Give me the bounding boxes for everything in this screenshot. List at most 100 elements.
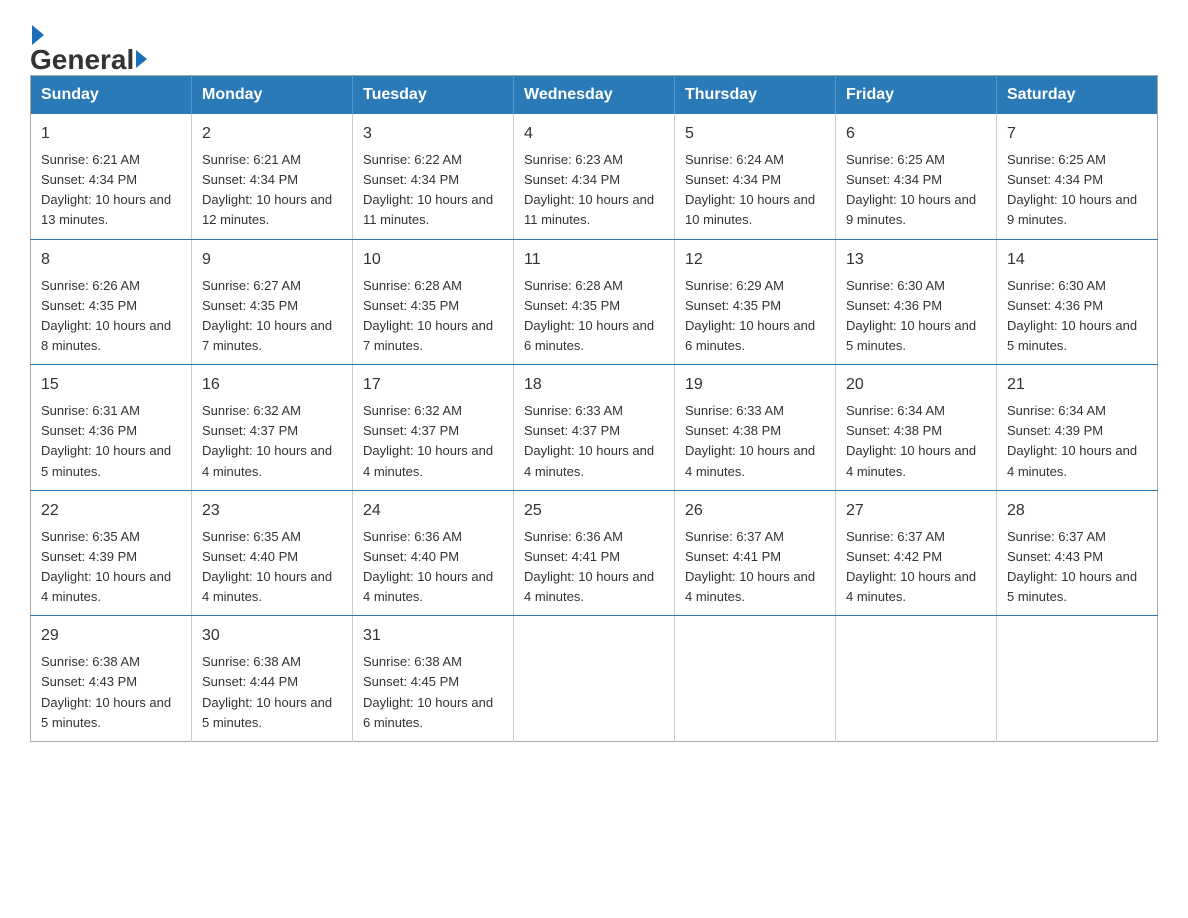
day-number: 24 bbox=[363, 499, 503, 523]
calendar-cell: 20 Sunrise: 6:34 AMSunset: 4:38 PMDayligh… bbox=[836, 365, 997, 491]
col-header-friday: Friday bbox=[836, 76, 997, 115]
day-number: 4 bbox=[524, 122, 664, 146]
day-info: Sunrise: 6:27 AMSunset: 4:35 PMDaylight:… bbox=[202, 278, 332, 353]
day-info: Sunrise: 6:37 AMSunset: 4:41 PMDaylight:… bbox=[685, 529, 815, 604]
day-info: Sunrise: 6:21 AMSunset: 4:34 PMDaylight:… bbox=[41, 152, 171, 227]
calendar-cell: 5 Sunrise: 6:24 AMSunset: 4:34 PMDaylight… bbox=[675, 114, 836, 239]
calendar-cell: 15Sunrise: 6:31 AMSunset: 4:36 PMDayligh… bbox=[31, 365, 192, 491]
day-number: 13 bbox=[846, 248, 986, 272]
day-number: 1 bbox=[41, 122, 181, 146]
calendar-cell: 30 Sunrise: 6:38 AMSunset: 4:44 PMDayligh… bbox=[192, 616, 353, 742]
week-row-4: 22 Sunrise: 6:35 AMSunset: 4:39 PMDayligh… bbox=[31, 490, 1158, 616]
calendar-cell: 29Sunrise: 6:38 AMSunset: 4:43 PMDayligh… bbox=[31, 616, 192, 742]
day-info: Sunrise: 6:36 AMSunset: 4:40 PMDaylight:… bbox=[363, 529, 493, 604]
day-number: 26 bbox=[685, 499, 825, 523]
day-info: Sunrise: 6:25 AMSunset: 4:34 PMDaylight:… bbox=[846, 152, 976, 227]
week-row-3: 15Sunrise: 6:31 AMSunset: 4:36 PMDayligh… bbox=[31, 365, 1158, 491]
week-row-5: 29Sunrise: 6:38 AMSunset: 4:43 PMDayligh… bbox=[31, 616, 1158, 742]
calendar-cell: 10Sunrise: 6:28 AMSunset: 4:35 PMDayligh… bbox=[353, 239, 514, 365]
calendar-cell: 19 Sunrise: 6:33 AMSunset: 4:38 PMDayligh… bbox=[675, 365, 836, 491]
calendar-cell: 16Sunrise: 6:32 AMSunset: 4:37 PMDayligh… bbox=[192, 365, 353, 491]
col-header-thursday: Thursday bbox=[675, 76, 836, 115]
header: General bbox=[30, 20, 1158, 55]
day-number: 21 bbox=[1007, 373, 1147, 397]
day-info: Sunrise: 6:37 AMSunset: 4:43 PMDaylight:… bbox=[1007, 529, 1137, 604]
day-number: 11 bbox=[524, 248, 664, 272]
day-number: 18 bbox=[524, 373, 664, 397]
calendar-cell bbox=[675, 616, 836, 742]
day-number: 27 bbox=[846, 499, 986, 523]
calendar-cell bbox=[514, 616, 675, 742]
calendar-cell: 14 Sunrise: 6:30 AMSunset: 4:36 PMDayligh… bbox=[997, 239, 1158, 365]
day-number: 14 bbox=[1007, 248, 1147, 272]
day-info: Sunrise: 6:32 AMSunset: 4:37 PMDaylight:… bbox=[363, 403, 493, 478]
day-info: Sunrise: 6:25 AMSunset: 4:34 PMDaylight:… bbox=[1007, 152, 1137, 227]
day-info: Sunrise: 6:29 AMSunset: 4:35 PMDaylight:… bbox=[685, 278, 815, 353]
calendar-cell: 13 Sunrise: 6:30 AMSunset: 4:36 PMDayligh… bbox=[836, 239, 997, 365]
day-info: Sunrise: 6:24 AMSunset: 4:34 PMDaylight:… bbox=[685, 152, 815, 227]
day-info: Sunrise: 6:33 AMSunset: 4:38 PMDaylight:… bbox=[685, 403, 815, 478]
header-row: SundayMondayTuesdayWednesdayThursdayFrid… bbox=[31, 76, 1158, 115]
calendar-cell: 18 Sunrise: 6:33 AMSunset: 4:37 PMDayligh… bbox=[514, 365, 675, 491]
day-info: Sunrise: 6:23 AMSunset: 4:34 PMDaylight:… bbox=[524, 152, 654, 227]
logo-blue-text: General bbox=[30, 44, 149, 76]
day-number: 22 bbox=[41, 499, 181, 523]
day-info: Sunrise: 6:22 AMSunset: 4:34 PMDaylight:… bbox=[363, 152, 493, 227]
calendar-cell: 8 Sunrise: 6:26 AMSunset: 4:35 PMDaylight… bbox=[31, 239, 192, 365]
day-number: 2 bbox=[202, 122, 342, 146]
day-number: 20 bbox=[846, 373, 986, 397]
calendar-cell: 11 Sunrise: 6:28 AMSunset: 4:35 PMDayligh… bbox=[514, 239, 675, 365]
day-number: 10 bbox=[363, 248, 503, 272]
day-number: 19 bbox=[685, 373, 825, 397]
calendar-cell: 26 Sunrise: 6:37 AMSunset: 4:41 PMDayligh… bbox=[675, 490, 836, 616]
day-number: 15 bbox=[41, 373, 181, 397]
logo-triangle-icon bbox=[32, 25, 44, 45]
day-number: 5 bbox=[685, 122, 825, 146]
day-info: Sunrise: 6:30 AMSunset: 4:36 PMDaylight:… bbox=[846, 278, 976, 353]
day-number: 3 bbox=[363, 122, 503, 146]
day-number: 25 bbox=[524, 499, 664, 523]
col-header-monday: Monday bbox=[192, 76, 353, 115]
day-number: 29 bbox=[41, 624, 181, 648]
calendar-cell: 6Sunrise: 6:25 AMSunset: 4:34 PMDaylight… bbox=[836, 114, 997, 239]
day-info: Sunrise: 6:26 AMSunset: 4:35 PMDaylight:… bbox=[41, 278, 171, 353]
day-number: 30 bbox=[202, 624, 342, 648]
day-number: 28 bbox=[1007, 499, 1147, 523]
calendar-cell: 23Sunrise: 6:35 AMSunset: 4:40 PMDayligh… bbox=[192, 490, 353, 616]
day-info: Sunrise: 6:38 AMSunset: 4:45 PMDaylight:… bbox=[363, 654, 493, 729]
logo: General bbox=[30, 20, 149, 55]
day-info: Sunrise: 6:35 AMSunset: 4:40 PMDaylight:… bbox=[202, 529, 332, 604]
col-header-wednesday: Wednesday bbox=[514, 76, 675, 115]
week-row-1: 1 Sunrise: 6:21 AMSunset: 4:34 PMDaylight… bbox=[31, 114, 1158, 239]
day-info: Sunrise: 6:34 AMSunset: 4:38 PMDaylight:… bbox=[846, 403, 976, 478]
day-number: 8 bbox=[41, 248, 181, 272]
day-number: 12 bbox=[685, 248, 825, 272]
calendar-cell: 7Sunrise: 6:25 AMSunset: 4:34 PMDaylight… bbox=[997, 114, 1158, 239]
day-info: Sunrise: 6:33 AMSunset: 4:37 PMDaylight:… bbox=[524, 403, 654, 478]
col-header-sunday: Sunday bbox=[31, 76, 192, 115]
day-info: Sunrise: 6:38 AMSunset: 4:44 PMDaylight:… bbox=[202, 654, 332, 729]
calendar-cell: 4 Sunrise: 6:23 AMSunset: 4:34 PMDaylight… bbox=[514, 114, 675, 239]
day-info: Sunrise: 6:37 AMSunset: 4:42 PMDaylight:… bbox=[846, 529, 976, 604]
calendar-cell: 17 Sunrise: 6:32 AMSunset: 4:37 PMDayligh… bbox=[353, 365, 514, 491]
col-header-saturday: Saturday bbox=[997, 76, 1158, 115]
day-info: Sunrise: 6:21 AMSunset: 4:34 PMDaylight:… bbox=[202, 152, 332, 227]
calendar-cell: 28 Sunrise: 6:37 AMSunset: 4:43 PMDayligh… bbox=[997, 490, 1158, 616]
calendar-cell: 27 Sunrise: 6:37 AMSunset: 4:42 PMDayligh… bbox=[836, 490, 997, 616]
day-info: Sunrise: 6:30 AMSunset: 4:36 PMDaylight:… bbox=[1007, 278, 1137, 353]
day-number: 31 bbox=[363, 624, 503, 648]
calendar-cell: 1 Sunrise: 6:21 AMSunset: 4:34 PMDaylight… bbox=[31, 114, 192, 239]
calendar-cell: 12 Sunrise: 6:29 AMSunset: 4:35 PMDayligh… bbox=[675, 239, 836, 365]
col-header-tuesday: Tuesday bbox=[353, 76, 514, 115]
day-info: Sunrise: 6:28 AMSunset: 4:35 PMDaylight:… bbox=[524, 278, 654, 353]
calendar-cell: 21 Sunrise: 6:34 AMSunset: 4:39 PMDayligh… bbox=[997, 365, 1158, 491]
day-number: 16 bbox=[202, 373, 342, 397]
calendar-cell: 2 Sunrise: 6:21 AMSunset: 4:34 PMDaylight… bbox=[192, 114, 353, 239]
day-info: Sunrise: 6:35 AMSunset: 4:39 PMDaylight:… bbox=[41, 529, 171, 604]
calendar-cell: 31 Sunrise: 6:38 AMSunset: 4:45 PMDayligh… bbox=[353, 616, 514, 742]
logo-arrow-icon bbox=[136, 50, 147, 68]
calendar-cell: 3 Sunrise: 6:22 AMSunset: 4:34 PMDaylight… bbox=[353, 114, 514, 239]
day-info: Sunrise: 6:36 AMSunset: 4:41 PMDaylight:… bbox=[524, 529, 654, 604]
day-info: Sunrise: 6:34 AMSunset: 4:39 PMDaylight:… bbox=[1007, 403, 1137, 478]
day-number: 17 bbox=[363, 373, 503, 397]
